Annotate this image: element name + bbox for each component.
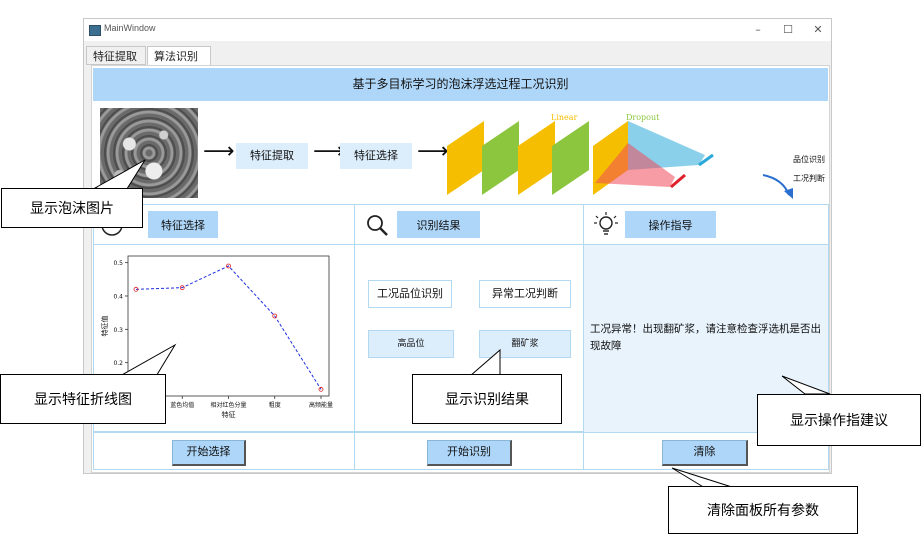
maximize-button[interactable]: ☐	[774, 20, 802, 40]
feature-select-button[interactable]: 特征选择	[148, 211, 218, 238]
start-identify-button[interactable]: 开始识别	[427, 440, 512, 466]
curved-arrow-icon	[762, 174, 790, 196]
result-bottom-bar: 开始识别	[354, 432, 584, 470]
callout-feature-chart: 显示特征折线图	[0, 374, 166, 424]
advice-text: 工况异常！出现翻矿浆，请注意检查浮选机是否出现故障	[590, 323, 821, 352]
result-panel-header: 识别结果	[355, 205, 583, 245]
x-axis-label: 特征	[222, 410, 236, 419]
y-tick-label: 0.4	[113, 294, 123, 301]
callout-clear-all: 清除面板所有参数	[668, 486, 858, 534]
y-axis-label: 特征值	[100, 316, 109, 337]
callout-result-display: 显示识别结果	[412, 374, 562, 424]
tab-feature-extraction[interactable]: 特征提取	[86, 46, 146, 65]
guide-panel-header: 操作指导	[584, 205, 828, 245]
tab-algorithm-recognition[interactable]: 算法识别	[147, 46, 211, 66]
result-button[interactable]: 识别结果	[397, 211, 480, 238]
grade-result-value: 高品位	[368, 330, 454, 358]
close-button[interactable]: ✕	[804, 20, 832, 40]
callout-foam-image: 显示泡沫图片	[1, 188, 143, 228]
step-feature-selection: 特征选择	[340, 143, 412, 169]
start-select-button[interactable]: 开始选择	[172, 440, 246, 466]
arrow-icon: ⟶	[417, 139, 449, 164]
x-tick-label: 高频能量	[309, 401, 333, 409]
output-condition-label: 工况判断	[793, 174, 825, 183]
guide-button[interactable]: 操作指导	[625, 211, 716, 238]
linear-label: Linear	[551, 113, 578, 122]
linear-layer-shape	[518, 121, 555, 195]
pipeline-diagram: ⟶ 特征提取 ⟶ 特征选择 ⟶ Linear Dropout 品位识别 工况判断	[93, 103, 828, 203]
y-tick-label: 0.3	[113, 327, 123, 334]
magnifier-icon	[367, 215, 388, 236]
dropout-layer-shape	[552, 121, 589, 195]
abnormal-condition-label: 异常工况判断	[479, 280, 571, 308]
feature-bottom-bar: 开始选择	[93, 432, 355, 470]
dropout-layer-shape	[482, 121, 519, 195]
y-tick-label: 0.5	[113, 260, 123, 267]
app-icon	[89, 25, 101, 36]
foam-image	[100, 108, 198, 198]
x-tick-label: 相对红色分量	[210, 401, 246, 409]
clear-button[interactable]: 清除	[662, 440, 748, 466]
x-tick-label: 粗度	[269, 401, 281, 409]
lightbulb-icon	[594, 212, 618, 235]
page-title: 基于多目标学习的泡沫浮选过程工况识别	[93, 68, 828, 101]
callout-advice-display: 显示操作指建议	[757, 394, 921, 446]
dropout-label: Dropout	[626, 113, 660, 122]
y-tick-label: 0.2	[113, 360, 123, 367]
arrow-icon: ⟶	[203, 139, 235, 164]
output-grade-label: 品位识别	[793, 155, 825, 164]
condition-result-value: 翻矿浆	[479, 330, 571, 358]
step-feature-extraction: 特征提取	[236, 143, 308, 169]
grade-identify-label: 工况品位识别	[368, 280, 452, 308]
window-title: MainWindow	[104, 23, 156, 33]
minimize-button[interactable]: –	[744, 20, 772, 40]
title-bar: MainWindow – ☐ ✕	[84, 19, 831, 41]
x-tick-label: 蓝色均值	[170, 401, 194, 409]
linear-layer-shape	[447, 121, 484, 195]
